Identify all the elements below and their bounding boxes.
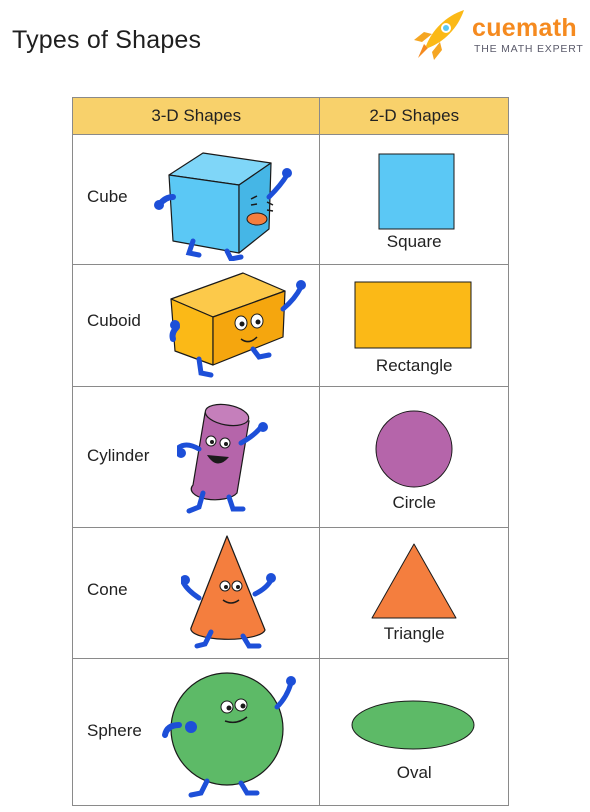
rectangle-shape <box>354 281 472 349</box>
shape-2d-label: Triangle <box>383 624 445 643</box>
table-row: Cylinder Circle <box>71 386 509 528</box>
header-2d-shapes: 2-D Shapes <box>319 97 509 135</box>
header-3d-shapes: 3-D Shapes <box>71 97 321 135</box>
shape-2d-label: Circle <box>392 493 436 512</box>
shape-2d-label: Oval <box>396 763 432 782</box>
cylinder-illustration <box>177 403 268 514</box>
cuboid-illustration <box>169 272 306 378</box>
brand-tagline: THE MATH EXPERT <box>474 43 584 55</box>
shape-3d-label: Cone <box>87 580 128 599</box>
cell-2d: Triangle <box>319 527 509 659</box>
oval-shape <box>351 700 475 750</box>
circle-shape <box>375 410 453 488</box>
sphere-illustration <box>162 672 296 798</box>
shape-2d-label: Square <box>386 232 442 251</box>
shape-3d-label: Cube <box>87 187 128 206</box>
table-row: Cone Triangle <box>71 527 509 659</box>
shape-3d-label: Sphere <box>87 721 142 740</box>
shape-2d-label: Rectangle <box>375 356 453 375</box>
cell-3d: Cuboid <box>71 264 321 387</box>
cone-illustration <box>181 535 276 649</box>
table-row: Cube Square <box>71 134 509 265</box>
cell-3d: Cube <box>71 134 321 265</box>
cell-2d: Oval <box>319 658 509 806</box>
table-header-row: 3-D Shapes 2-D Shapes <box>71 97 509 135</box>
cell-3d: Cylinder <box>71 386 321 528</box>
table-row: Sphere Oval <box>71 658 509 806</box>
cell-3d: Sphere <box>71 658 321 806</box>
table-row: Cuboid Rectangle <box>71 264 509 387</box>
brand-logo: cuemath THE MATH EXPERT <box>410 4 585 64</box>
square-shape <box>378 153 455 230</box>
cell-2d: Rectangle <box>319 264 509 387</box>
page-title: Types of Shapes <box>12 26 202 54</box>
cell-2d: Circle <box>319 386 509 528</box>
brand-name: cuemath <box>472 14 577 42</box>
shape-3d-label: Cuboid <box>87 311 141 330</box>
shapes-table: 3-D Shapes 2-D Shapes Cube Square Cuboid… <box>71 97 509 806</box>
shape-3d-label: Cylinder <box>87 446 150 465</box>
cell-3d: Cone <box>71 527 321 659</box>
cell-2d: Square <box>319 134 509 265</box>
cube-illustration <box>154 152 292 261</box>
triangle-shape <box>371 543 457 619</box>
rocket-icon <box>414 10 464 60</box>
